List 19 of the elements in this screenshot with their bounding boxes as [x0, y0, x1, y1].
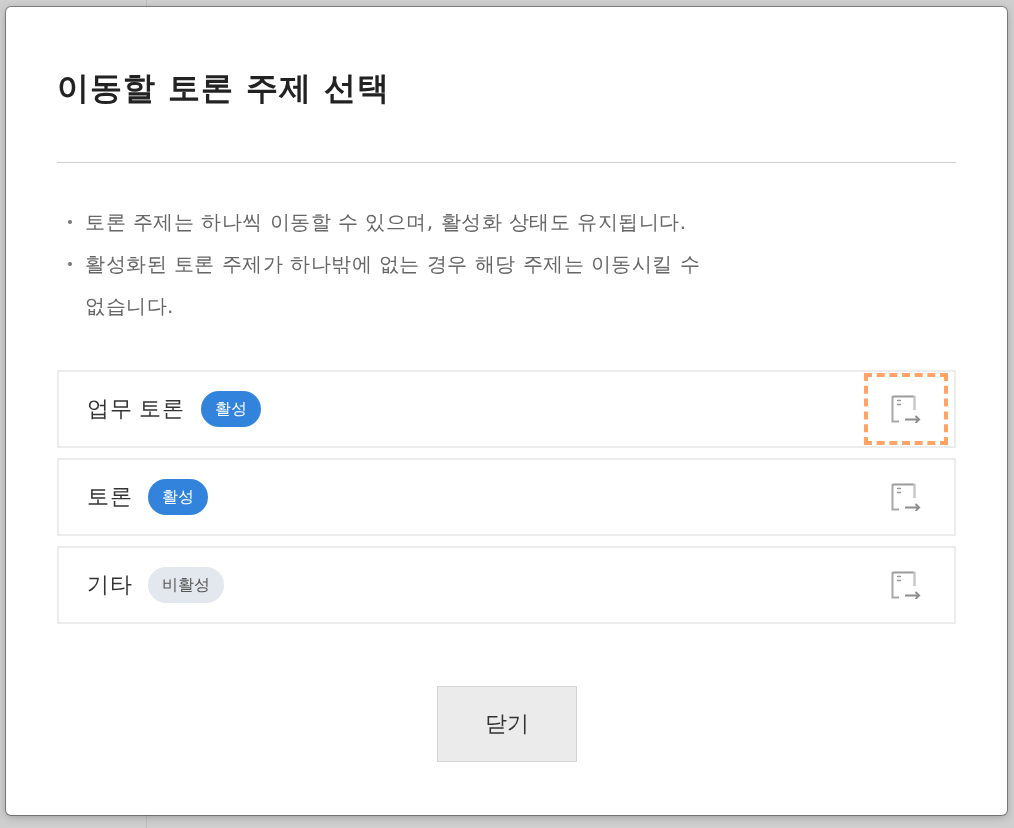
dialog-title: 이동할 토론 주제 선택 [57, 68, 391, 109]
bullet-icon [68, 262, 72, 266]
topic-name: 업무 토론 [87, 395, 185, 423]
note-text: 활성화된 토론 주제가 하나밖에 없는 경우 해당 주제는 이동시킬 수 없습니다. [85, 251, 702, 320]
move-button[interactable] [864, 373, 948, 445]
document-arrow-icon [891, 395, 921, 423]
note-text: 토론 주제는 하나씩 이동할 수 있으며, 활성화 상태도 유지됩니다. [85, 209, 687, 236]
document-arrow-icon [891, 483, 921, 511]
status-badge: 비활성 [148, 567, 224, 603]
topic-row[interactable]: 기타 비활성 [57, 546, 956, 624]
status-badge: 활성 [148, 479, 208, 515]
topic-row[interactable]: 업무 토론 활성 [57, 370, 956, 448]
status-badge: 활성 [200, 391, 261, 427]
close-button[interactable]: 닫기 [436, 686, 577, 762]
bullet-icon [68, 220, 72, 224]
topic-row[interactable]: 토론 활성 [57, 458, 956, 536]
topic-name: 토론 [87, 483, 132, 511]
document-arrow-icon [891, 571, 921, 599]
topic-name: 기타 [87, 571, 132, 599]
